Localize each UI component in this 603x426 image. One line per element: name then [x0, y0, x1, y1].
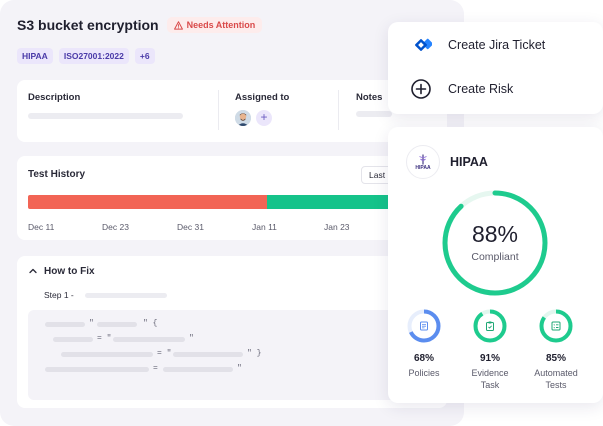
create-jira-ticket-button[interactable]: Create Jira Ticket: [410, 34, 545, 56]
metric-label-line: Evidence: [471, 368, 509, 378]
hipaa-logo: HIPAA: [406, 145, 440, 179]
code-placeholder: [113, 337, 185, 342]
failed-segment[interactable]: [28, 195, 268, 209]
page-title: S3 bucket encryption: [17, 17, 159, 33]
framework-name: HIPAA: [450, 155, 488, 169]
metric-ring: [539, 309, 573, 343]
metric-label-line: Task: [480, 380, 500, 390]
metric-percent: 68%: [413, 353, 434, 364]
avatar[interactable]: [235, 110, 251, 126]
status-badge: Needs Attention: [166, 17, 263, 33]
divider: [218, 90, 219, 130]
plus-circle-icon: [411, 79, 431, 99]
date-tick: Dec 31: [177, 222, 204, 232]
code-block: " " { = " " = " " } = ": [28, 310, 436, 400]
metric-automated-tests[interactable]: 85% Automated Tests: [526, 309, 586, 391]
step-placeholder: [85, 293, 167, 298]
code-glyph: ": [189, 334, 194, 343]
code-glyph: " {: [143, 319, 158, 328]
list-check-icon: [551, 321, 561, 331]
how-to-fix-title: How to Fix: [44, 266, 95, 277]
test-history-bar: [28, 195, 408, 209]
metric-label: Policies: [394, 367, 454, 379]
metric-percent: 91%: [479, 353, 500, 364]
compliance-percent: 88%: [471, 221, 519, 247]
metric-ring: [407, 309, 441, 343]
code-placeholder: [97, 322, 137, 327]
description-label: Description: [28, 92, 81, 103]
metric-label-line: Tests: [545, 380, 567, 390]
code-glyph: = ": [97, 334, 112, 343]
chevron-up-icon[interactable]: [28, 266, 38, 276]
create-risk-button[interactable]: Create Risk: [410, 78, 513, 100]
compliance-status: Compliant: [471, 251, 519, 263]
metric-policies[interactable]: 68% Policies: [394, 309, 454, 379]
create-jira-ticket-label: Create Jira Ticket: [448, 38, 546, 52]
tag-iso27001[interactable]: ISO27001:2022: [58, 48, 129, 64]
caduceus-icon: [419, 154, 427, 164]
step-label: Step 1 -: [44, 290, 74, 300]
test-history-card: Test History Last Dec 11 Dec 23 Dec 31 J…: [17, 156, 447, 240]
status-badge-label: Needs Attention: [186, 20, 256, 30]
action-menu: Create Jira Ticket Create Risk: [388, 22, 603, 114]
title-row: S3 bucket encryption Needs Attention: [17, 17, 263, 33]
hipaa-compliance-card: HIPAA HIPAA 88% Compliant 68% Policies 9…: [388, 127, 603, 403]
warning-icon: [173, 20, 183, 30]
code-placeholder: [45, 367, 149, 372]
code-placeholder: [45, 322, 85, 327]
create-risk-label: Create Risk: [448, 82, 514, 96]
metric-ring: [473, 309, 507, 343]
add-assignee-button[interactable]: +: [256, 110, 272, 126]
code-placeholder: [53, 337, 93, 342]
notes-label: Notes: [356, 92, 383, 103]
details-card: Description Assigned to + Notes: [17, 80, 447, 142]
metric-percent: 85%: [545, 353, 566, 364]
clipboard-icon: [486, 321, 494, 331]
metric-label-line: Policies: [408, 368, 440, 378]
assigned-label: Assigned to: [235, 92, 290, 103]
plus-icon: +: [260, 110, 268, 124]
code-glyph: =: [153, 364, 158, 373]
date-tick: Dec 11: [28, 222, 55, 232]
tag-more[interactable]: +6: [134, 48, 155, 64]
code-placeholder: [61, 352, 153, 357]
code-placeholder: [173, 352, 243, 357]
metric-label: Automated Tests: [526, 367, 586, 391]
divider: [338, 90, 339, 130]
code-glyph: = ": [157, 349, 172, 358]
date-tick: Jan 23: [324, 222, 350, 232]
date-tick: Jan 11: [252, 222, 277, 232]
notes-placeholder: [356, 111, 392, 117]
date-tick: Dec 23: [102, 222, 129, 232]
framework-tags: HIPAA ISO27001:2022 +6: [17, 48, 155, 64]
metric-label-line: Automated: [534, 368, 578, 378]
code-glyph: " }: [247, 349, 262, 358]
metric-label: Evidence Task: [460, 367, 520, 391]
jira-icon: [415, 38, 432, 51]
document-icon: [420, 321, 428, 331]
test-history-title: Test History: [28, 169, 86, 180]
code-glyph: ": [237, 364, 242, 373]
code-glyph: ": [89, 319, 94, 328]
metric-evidence-task[interactable]: 91% Evidence Task: [460, 309, 520, 391]
hipaa-logo-text: HIPAA: [415, 164, 431, 171]
code-placeholder: [163, 367, 233, 372]
tag-hipaa[interactable]: HIPAA: [17, 48, 53, 64]
range-select-value: Last: [369, 170, 386, 180]
passed-segment[interactable]: [267, 195, 408, 209]
description-placeholder: [28, 113, 183, 119]
how-to-fix-card[interactable]: How to Fix Step 1 - " " { = " " = " " } …: [17, 256, 447, 408]
